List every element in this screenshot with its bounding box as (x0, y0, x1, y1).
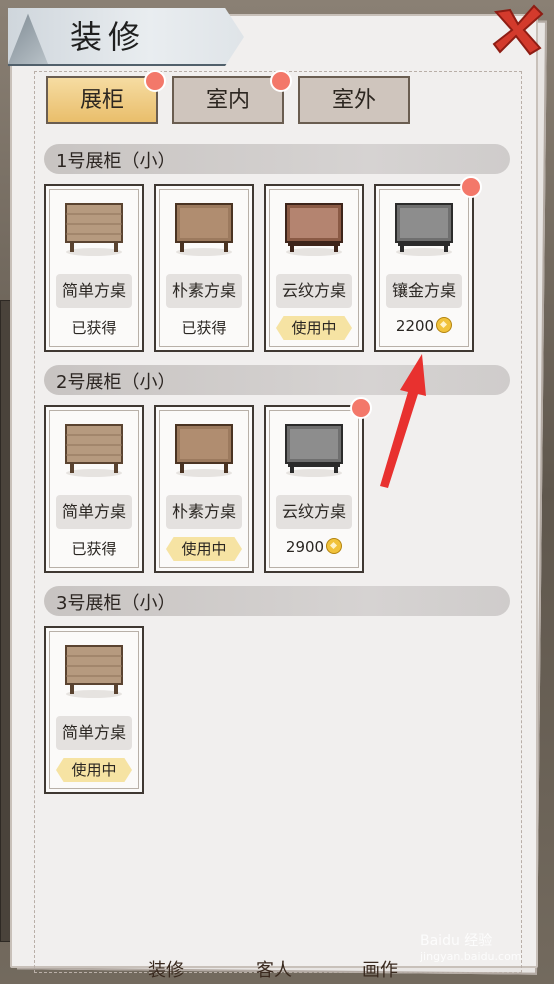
watermark: Baidu 经验 jingyan.baidu.com (420, 930, 522, 963)
section-title: 3号展柜（小） (56, 593, 176, 614)
page-title: 装修 (70, 18, 147, 56)
in-use-badge: 使用中 (56, 758, 132, 782)
watermark-line1: Baidu 经验 (420, 933, 493, 949)
table-cloud-pattern-icon (285, 424, 343, 477)
price-value: 2200 (395, 317, 435, 335)
item-card[interactable]: 简单方桌 已获得 (44, 405, 144, 573)
item-name: 简单方桌 (56, 495, 132, 529)
table-dark-icon (175, 203, 233, 256)
price-value: 2900 (285, 538, 325, 556)
item-price: 2900 (266, 538, 362, 556)
item-status: 已获得 (71, 540, 117, 558)
table-cloud-pattern-icon (285, 203, 343, 256)
bottom-nav-label[interactable]: 画作 (362, 956, 398, 982)
bottom-nav-label[interactable]: 装修 (148, 956, 184, 982)
tab-label: 室内 (205, 88, 250, 113)
in-use-badge: 使用中 (276, 316, 352, 340)
item-card[interactable]: 简单方桌 已获得 (44, 184, 144, 352)
item-name: 简单方桌 (56, 274, 132, 308)
section-title: 1号展柜（小） (56, 151, 176, 172)
item-name: 简单方桌 (56, 716, 132, 750)
notification-dot (350, 397, 372, 419)
section-header-cabinet-2: 2号展柜（小） (44, 365, 510, 395)
section-header-cabinet-3: 3号展柜（小） (44, 586, 510, 616)
table-gold-inlay-icon (395, 203, 453, 256)
notification-dot (270, 70, 292, 92)
item-card[interactable]: 云纹方桌 2900 (264, 397, 372, 573)
tab-label: 展柜 (79, 88, 124, 113)
close-icon (492, 4, 544, 56)
item-name: 镶金方桌 (386, 274, 462, 308)
notification-dot (144, 70, 166, 92)
tab-outdoor[interactable]: 室外 (298, 76, 410, 124)
in-use-badge: 使用中 (166, 537, 242, 561)
tab-cabinet[interactable]: 展柜 (46, 70, 166, 124)
item-card[interactable]: 简单方桌 使用中 (44, 626, 144, 794)
bottom-nav-label[interactable]: 客人 (256, 956, 292, 982)
item-price: 2200 (376, 317, 472, 335)
watermark-line2: jingyan.baidu.com (420, 950, 522, 963)
item-card[interactable]: 云纹方桌 使用中 (264, 184, 364, 352)
item-name: 云纹方桌 (276, 495, 352, 529)
table-plain-icon (65, 424, 123, 477)
table-plain-icon (65, 203, 123, 256)
notification-dot (460, 176, 482, 198)
item-name: 朴素方桌 (166, 274, 242, 308)
item-card[interactable]: 朴素方桌 已获得 (154, 184, 254, 352)
item-name: 云纹方桌 (276, 274, 352, 308)
close-button[interactable] (490, 2, 546, 58)
section-title: 2号展柜（小） (56, 372, 176, 393)
item-name: 朴素方桌 (166, 495, 242, 529)
tab-indoor[interactable]: 室内 (172, 70, 292, 124)
item-card[interactable]: 镶金方桌 2200 (374, 176, 482, 352)
table-plain-icon (65, 645, 123, 698)
item-status: 已获得 (181, 319, 227, 337)
table-dark-icon (175, 424, 233, 477)
annotation-arrow-icon (380, 354, 426, 488)
coin-icon (436, 317, 453, 333)
tab-label: 室外 (331, 88, 376, 113)
item-status: 已获得 (71, 319, 117, 337)
section-header-cabinet-1: 1号展柜（小） (44, 144, 510, 174)
item-card[interactable]: 朴素方桌 使用中 (154, 405, 254, 573)
coin-icon (326, 538, 343, 554)
